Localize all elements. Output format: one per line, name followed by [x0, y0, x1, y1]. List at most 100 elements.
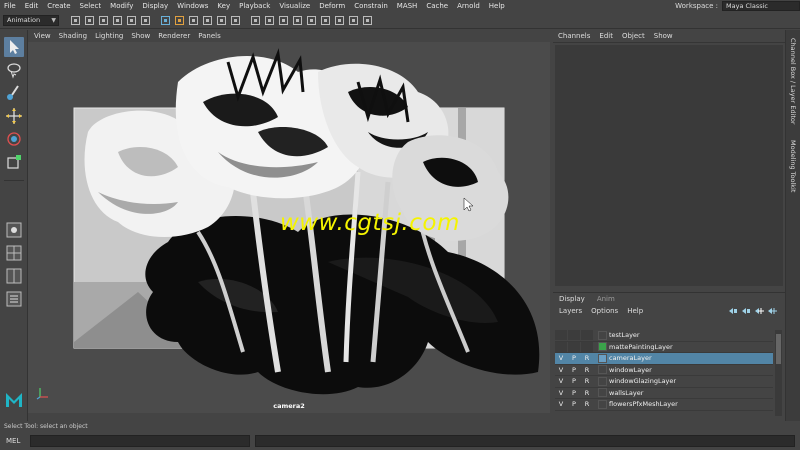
menu-key[interactable]: Key	[217, 2, 230, 10]
layer-color-swatch[interactable]	[598, 342, 607, 352]
menu-modify[interactable]: Modify	[110, 2, 133, 10]
layer-r-toggle[interactable]: R	[581, 353, 593, 363]
viewport-menu-lighting[interactable]: Lighting	[95, 32, 123, 40]
layer-v-toggle[interactable]: V	[555, 365, 567, 375]
command-input[interactable]	[30, 435, 250, 447]
status-line-tool-icon[interactable]	[126, 15, 137, 26]
menu-select[interactable]: Select	[80, 2, 102, 10]
layer-v-toggle[interactable]	[555, 330, 567, 341]
status-line-tool-icon[interactable]	[264, 15, 275, 26]
menu-playback[interactable]: Playback	[239, 2, 270, 10]
layer-p-toggle[interactable]: P	[568, 353, 580, 363]
menu-visualize[interactable]: Visualize	[279, 2, 310, 10]
viewport-menu-shading[interactable]: Shading	[59, 32, 87, 40]
status-line-tool-icon[interactable]	[174, 15, 185, 26]
menu-create[interactable]: Create	[47, 2, 70, 10]
menu-help[interactable]: Help	[627, 307, 643, 315]
status-line-tool-icon[interactable]	[112, 15, 123, 26]
layer-r-toggle[interactable]	[581, 330, 593, 341]
layer-v-toggle[interactable]: V	[555, 399, 567, 409]
outliner-view-button[interactable]	[4, 289, 24, 309]
menu-help[interactable]: Help	[489, 2, 505, 10]
command-language-label[interactable]: MEL	[6, 437, 20, 445]
status-line-tool-icon[interactable]	[160, 15, 171, 26]
layer-color-swatch[interactable]	[598, 365, 607, 375]
status-line-tool-icon[interactable]	[70, 15, 81, 26]
viewport-menu-panels[interactable]: Panels	[198, 32, 221, 40]
layer-color-swatch[interactable]	[598, 399, 607, 409]
menu-deform[interactable]: Deform	[319, 2, 345, 10]
lasso-tool-button[interactable]	[4, 60, 24, 80]
layer-color-swatch[interactable]	[598, 376, 607, 386]
menu-windows[interactable]: Windows	[177, 2, 208, 10]
tab-anim[interactable]: Anim	[597, 295, 615, 303]
layer-p-toggle[interactable]: P	[568, 376, 580, 386]
menu-constrain[interactable]: Constrain	[354, 2, 388, 10]
move-layer-up-icon[interactable]	[728, 307, 738, 315]
tab-channel-box-layer-editor[interactable]: Channel Box / Layer Editor	[789, 38, 797, 125]
channel-box-menu-show[interactable]: Show	[654, 32, 673, 40]
layer-v-toggle[interactable]: V	[555, 353, 567, 363]
move-layer-down-icon[interactable]	[741, 307, 751, 315]
status-line-tool-icon[interactable]	[306, 15, 317, 26]
menu-arnold[interactable]: Arnold	[457, 2, 480, 10]
layer-list-scrollbar[interactable]	[775, 330, 782, 416]
status-line-tool-icon[interactable]	[188, 15, 199, 26]
rotate-tool-button[interactable]	[4, 129, 24, 149]
layer-row[interactable]: testLayer	[555, 330, 773, 342]
channel-box-menu-edit[interactable]: Edit	[599, 32, 613, 40]
layer-row[interactable]: V P RwindowGlazingLayer	[555, 376, 773, 388]
layer-r-toggle[interactable]: R	[581, 365, 593, 375]
viewport-panel[interactable]: www.cgtsj.com camera2	[28, 42, 550, 413]
status-line-tool-icon[interactable]	[362, 15, 373, 26]
tab-display[interactable]: Display	[559, 295, 585, 303]
select-tool-button[interactable]	[4, 37, 24, 57]
layer-r-toggle[interactable]: R	[581, 388, 593, 398]
channel-box-menu-channels[interactable]: Channels	[558, 32, 590, 40]
layer-p-toggle[interactable]	[568, 341, 580, 352]
channel-box-body[interactable]	[555, 45, 783, 286]
layer-v-toggle[interactable]	[555, 341, 567, 352]
layer-row[interactable]: V P RwallsLayer	[555, 387, 773, 399]
status-line-tool-icon[interactable]	[292, 15, 303, 26]
status-line-tool-icon[interactable]	[250, 15, 261, 26]
menu-mash[interactable]: MASH	[397, 2, 418, 10]
layer-r-toggle[interactable]	[581, 341, 593, 352]
viewport-menu-view[interactable]: View	[34, 32, 51, 40]
layer-r-toggle[interactable]: R	[581, 399, 593, 409]
layer-color-swatch[interactable]	[598, 330, 607, 340]
single-perspective-button[interactable]	[4, 220, 24, 240]
channel-box-menu-object[interactable]: Object	[622, 32, 645, 40]
status-line-tool-icon[interactable]	[230, 15, 241, 26]
status-line-tool-icon[interactable]	[278, 15, 289, 26]
new-layer-icon[interactable]	[754, 307, 764, 315]
menu-layers[interactable]: Layers	[559, 307, 582, 315]
move-tool-button[interactable]	[4, 106, 24, 126]
layer-color-swatch[interactable]	[598, 353, 607, 363]
layer-row[interactable]: V P RflowersPfxMeshLayer	[555, 399, 773, 411]
tab-modeling-toolkit[interactable]: Modeling Toolkit	[789, 140, 797, 192]
layer-p-toggle[interactable]: P	[568, 399, 580, 409]
layer-r-toggle[interactable]: R	[581, 376, 593, 386]
layer-v-toggle[interactable]: V	[555, 388, 567, 398]
menu-cache[interactable]: Cache	[426, 2, 448, 10]
status-line-tool-icon[interactable]	[334, 15, 345, 26]
scrollbar-thumb[interactable]	[776, 334, 781, 364]
status-line-tool-icon[interactable]	[216, 15, 227, 26]
menu-display[interactable]: Display	[142, 2, 168, 10]
menu-edit[interactable]: Edit	[25, 2, 39, 10]
layer-p-toggle[interactable]	[568, 330, 580, 341]
workspace-selector[interactable]: Workspace : Maya Classic	[675, 0, 800, 12]
workspace-dropdown[interactable]: Maya Classic	[722, 1, 800, 11]
layer-row[interactable]: V P RwindowLayer	[555, 364, 773, 376]
status-line-tool-icon[interactable]	[140, 15, 151, 26]
layer-p-toggle[interactable]: P	[568, 365, 580, 375]
menu-file[interactable]: File	[4, 2, 16, 10]
layer-v-toggle[interactable]: V	[555, 376, 567, 386]
scale-tool-button[interactable]	[4, 152, 24, 172]
status-line-tool-icon[interactable]	[98, 15, 109, 26]
status-line-tool-icon[interactable]	[320, 15, 331, 26]
menu-options[interactable]: Options	[591, 307, 618, 315]
layer-color-swatch[interactable]	[598, 388, 607, 398]
layer-p-toggle[interactable]: P	[568, 388, 580, 398]
